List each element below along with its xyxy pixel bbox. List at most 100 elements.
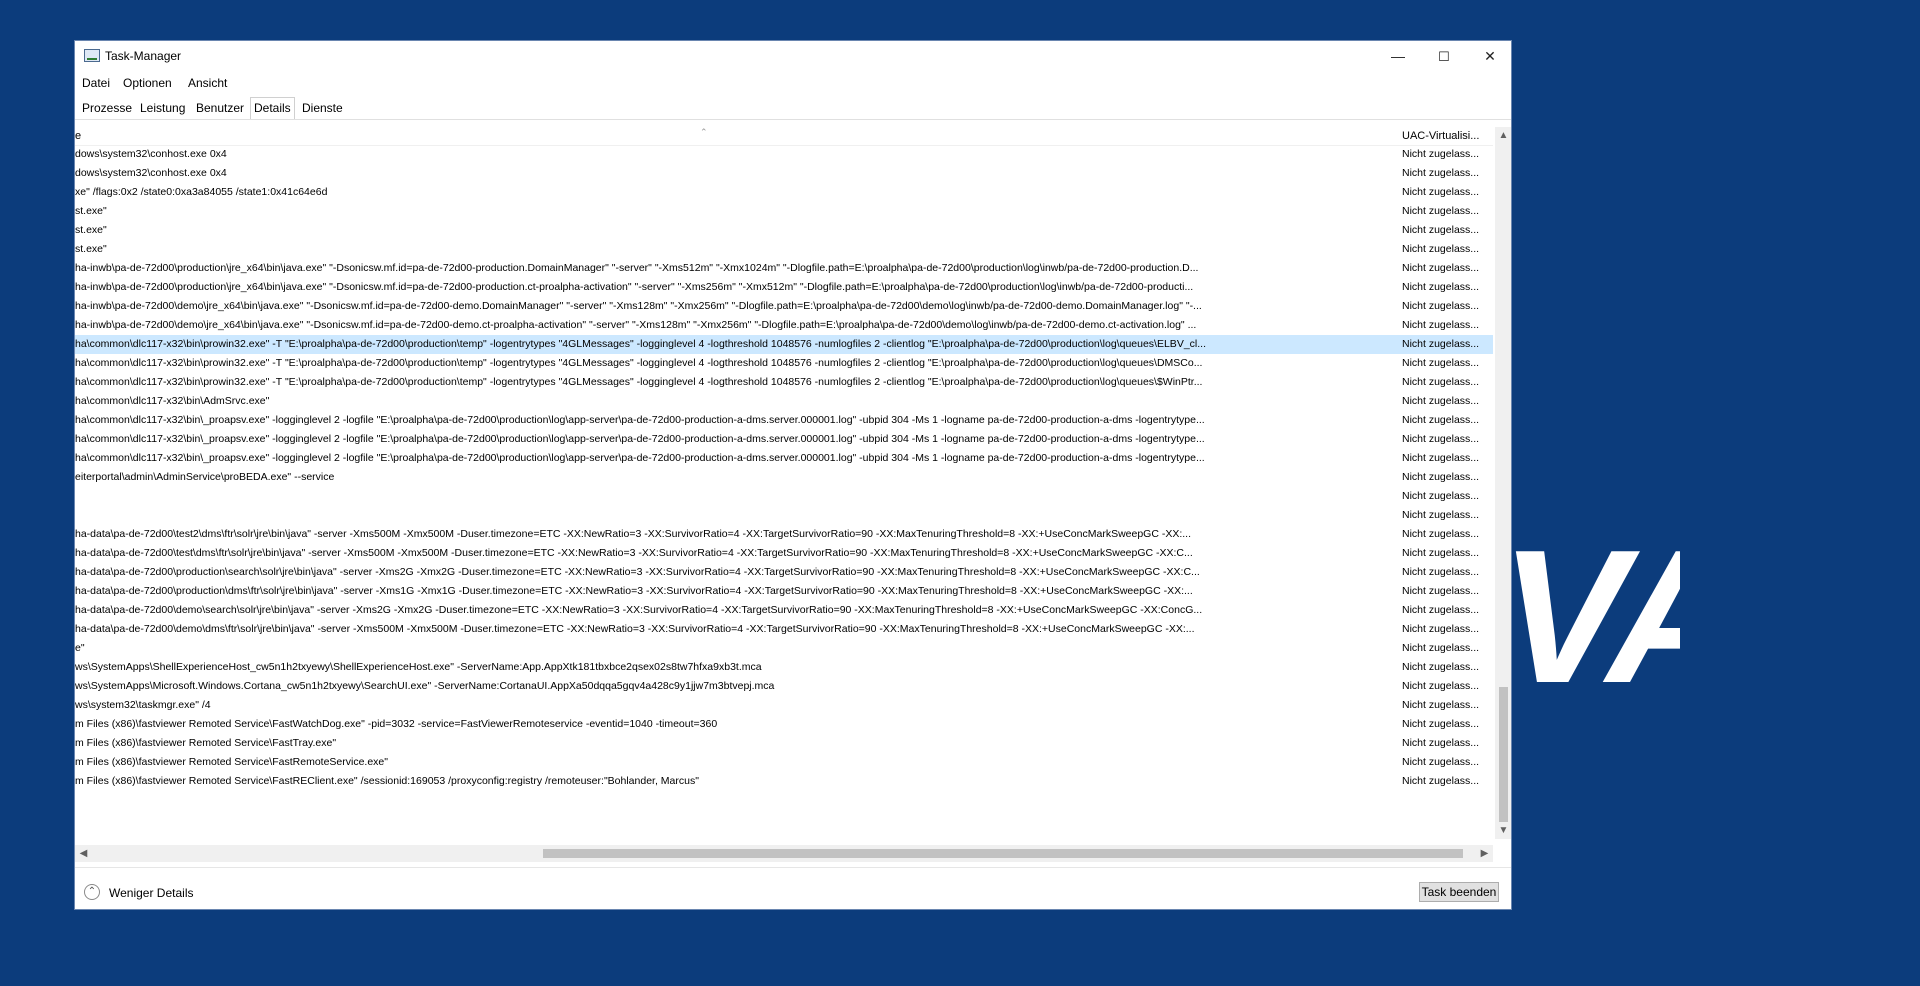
table-row[interactable]: ha-inwb\pa-de-72d00\demo\jre_x64\bin\jav… — [75, 297, 1493, 316]
table-row[interactable]: ha\common\dlc117-x32\bin\_proapsv.exe" -… — [75, 430, 1493, 449]
command-line-cell: ha\common\dlc117-x32\bin\prowin32.exe" -… — [75, 376, 1203, 388]
table-row[interactable]: ha\common\dlc117-x32\bin\AdmSrvc.exe" Nic… — [75, 392, 1493, 411]
table-row[interactable]: st.exe" Nicht zugelass... — [75, 221, 1493, 240]
command-line-cell: dows\system32\conhost.exe 0x4 — [75, 167, 227, 179]
sort-caret-icon[interactable]: ⌃ — [700, 127, 708, 138]
command-line-cell: m Files (x86)\fastviewer Remoted Service… — [75, 756, 388, 768]
command-line-cell: ha-data\pa-de-72d00\demo\dms\ftr\solr\jr… — [75, 623, 1195, 635]
table-row[interactable]: eiterportal\admin\AdminService\proBEDA.e… — [75, 468, 1493, 487]
scroll-right-icon[interactable]: ▶ — [1476, 845, 1493, 862]
column-header: ⌃ e UAC-Virtualisi... — [75, 127, 1493, 146]
uac-cell: Nicht zugelass... — [1402, 471, 1480, 483]
table-row[interactable]: ha\common\dlc117-x32\bin\_proapsv.exe" -… — [75, 411, 1493, 430]
horizontal-scroll-thumb[interactable] — [543, 849, 1463, 858]
uac-cell: Nicht zugelass... — [1402, 395, 1480, 407]
menu-datei[interactable]: Datei — [82, 76, 110, 90]
tab-benutzer[interactable]: Benutzer — [193, 98, 247, 118]
footer: ⌃ Weniger Details Task beenden — [75, 867, 1511, 909]
vertical-scroll-thumb[interactable] — [1499, 687, 1508, 822]
command-line-cell: ha-data\pa-de-72d00\test\dms\ftr\solr\jr… — [75, 547, 1193, 559]
table-row[interactable]: dows\system32\conhost.exe 0x4 Nicht zugel… — [75, 164, 1493, 183]
uac-cell: Nicht zugelass... — [1402, 490, 1480, 502]
table-row[interactable]: st.exe" Nicht zugelass... — [75, 202, 1493, 221]
title-bar[interactable]: Task-Manager — ☐ ✕ — [75, 41, 1511, 72]
table-row[interactable]: ha-data\pa-de-72d00\test2\dms\ftr\solr\j… — [75, 525, 1493, 544]
uac-cell: Nicht zugelass... — [1402, 623, 1480, 635]
uac-cell: Nicht zugelass... — [1402, 775, 1480, 787]
command-line-cell: ha-inwb\pa-de-72d00\demo\jre_x64\bin\jav… — [75, 319, 1197, 331]
uac-cell: Nicht zugelass... — [1402, 737, 1480, 749]
end-task-button[interactable]: Task beenden — [1419, 882, 1499, 902]
table-row[interactable]: ha-inwb\pa-de-72d00\production\jre_x64\b… — [75, 259, 1493, 278]
tab-dienste[interactable]: Dienste — [299, 98, 346, 118]
horizontal-scrollbar[interactable]: ◀ ▶ — [75, 845, 1493, 862]
close-button[interactable]: ✕ — [1467, 41, 1511, 72]
command-line-cell: e" — [75, 642, 85, 654]
table-row[interactable]: ws\system32\taskmgr.exe" /4 Nicht zugelas… — [75, 696, 1493, 715]
table-row[interactable]: m Files (x86)\fastviewer Remoted Service… — [75, 772, 1493, 791]
command-line-cell: ha-data\pa-de-72d00\test2\dms\ftr\solr\j… — [75, 528, 1192, 540]
window-title: Task-Manager — [105, 49, 182, 63]
table-row[interactable]: ha\common\dlc117-x32\bin\prowin32.exe" -… — [75, 354, 1493, 373]
table-row[interactable]: ha\common\dlc117-x32\bin\_proapsv.exe" -… — [75, 449, 1493, 468]
tab-leistung[interactable]: Leistung — [137, 98, 188, 118]
uac-cell: Nicht zugelass... — [1402, 186, 1480, 198]
command-line-cell: xe" /flags:0x2 /state0:0xa3a84055 /state… — [75, 186, 328, 198]
table-row[interactable]: m Files (x86)\fastviewer Remoted Service… — [75, 734, 1493, 753]
table-row[interactable]: ha-data\pa-de-72d00\demo\dms\ftr\solr\jr… — [75, 620, 1493, 639]
uac-cell: Nicht zugelass... — [1402, 528, 1480, 540]
command-line-cell: ha\common\dlc117-x32\bin\prowin32.exe" -… — [75, 357, 1203, 369]
command-line-cell: m Files (x86)\fastviewer Remoted Service… — [75, 737, 337, 749]
task-manager-icon — [84, 49, 100, 62]
uac-cell: Nicht zugelass... — [1402, 509, 1480, 521]
fewer-details-link[interactable]: Weniger Details — [109, 886, 193, 900]
table-row[interactable]: ha-data\pa-de-72d00\demo\search\solr\jre… — [75, 601, 1493, 620]
command-line-cell: ha-data\pa-de-72d00\demo\search\solr\jre… — [75, 604, 1203, 616]
uac-cell: Nicht zugelass... — [1402, 433, 1480, 445]
scroll-left-icon[interactable]: ◀ — [75, 845, 92, 862]
table-row[interactable]: ha-data\pa-de-72d00\test\dms\ftr\solr\jr… — [75, 544, 1493, 563]
uac-cell: Nicht zugelass... — [1402, 604, 1480, 616]
command-line-cell: ha\common\dlc117-x32\bin\_proapsv.exe" -… — [75, 433, 1205, 445]
scroll-up-icon[interactable]: ▲ — [1495, 127, 1511, 144]
command-line-cell: ha\common\dlc117-x32\bin\prowin32.exe" -… — [75, 338, 1206, 350]
table-row[interactable]: ha\common\dlc117-x32\bin\prowin32.exe" -… — [75, 373, 1493, 392]
table-row[interactable]: m Files (x86)\fastviewer Remoted Service… — [75, 753, 1493, 772]
table-row[interactable]: m Files (x86)\fastviewer Remoted Service… — [75, 715, 1493, 734]
table-row[interactable]: dows\system32\conhost.exe 0x4 Nicht zugel… — [75, 145, 1493, 164]
column-header-command-line[interactable]: e — [75, 130, 81, 142]
table-row[interactable]: ha-data\pa-de-72d00\production\search\so… — [75, 563, 1493, 582]
command-line-cell: ha\common\dlc117-x32\bin\AdmSrvc.exe" — [75, 395, 270, 407]
table-row[interactable]: Nicht zugelass... — [75, 506, 1493, 525]
table-row[interactable]: ws\SystemApps\ShellExperienceHost_cw5n1h… — [75, 658, 1493, 677]
vertical-scrollbar[interactable]: ▲ ▼ — [1495, 127, 1511, 839]
menu-ansicht[interactable]: Ansicht — [188, 76, 227, 90]
column-header-uac[interactable]: UAC-Virtualisi... — [1402, 130, 1479, 142]
table-row[interactable]: e" Nicht zugelass... — [75, 639, 1493, 658]
uac-cell: Nicht zugelass... — [1402, 585, 1480, 597]
tab-prozesse[interactable]: Prozesse — [79, 98, 135, 118]
table-row[interactable]: ha-data\pa-de-72d00\production\dms\ftr\s… — [75, 582, 1493, 601]
minimize-button[interactable]: — — [1375, 41, 1421, 72]
task-manager-window: Task-Manager — ☐ ✕ Datei Optionen Ansich… — [74, 40, 1512, 910]
table-row[interactable]: Nicht zugelass... — [75, 487, 1493, 506]
maximize-button[interactable]: ☐ — [1421, 41, 1467, 72]
tab-bar: Prozesse Leistung Benutzer Details Diens… — [75, 94, 1511, 120]
uac-cell: Nicht zugelass... — [1402, 414, 1480, 426]
table-row[interactable]: ha-inwb\pa-de-72d00\demo\jre_x64\bin\jav… — [75, 316, 1493, 335]
menu-optionen[interactable]: Optionen — [123, 76, 172, 90]
tab-details[interactable]: Details — [250, 97, 295, 120]
scroll-down-icon[interactable]: ▼ — [1495, 822, 1511, 839]
uac-cell: Nicht zugelass... — [1402, 680, 1480, 692]
uac-cell: Nicht zugelass... — [1402, 642, 1480, 654]
uac-cell: Nicht zugelass... — [1402, 357, 1480, 369]
chevron-up-icon[interactable]: ⌃ — [84, 884, 100, 900]
table-row[interactable]: xe" /flags:0x2 /state0:0xa3a84055 /state… — [75, 183, 1493, 202]
uac-cell: Nicht zugelass... — [1402, 547, 1480, 559]
table-row[interactable]: st.exe" Nicht zugelass... — [75, 240, 1493, 259]
table-row[interactable]: ha-inwb\pa-de-72d00\production\jre_x64\b… — [75, 278, 1493, 297]
table-row[interactable]: ws\SystemApps\Microsoft.Windows.Cortana_… — [75, 677, 1493, 696]
command-line-cell: ha-inwb\pa-de-72d00\production\jre_x64\b… — [75, 281, 1194, 293]
table-row[interactable]: ha\common\dlc117-x32\bin\prowin32.exe" -… — [75, 335, 1493, 354]
tab-divider — [75, 119, 1511, 120]
